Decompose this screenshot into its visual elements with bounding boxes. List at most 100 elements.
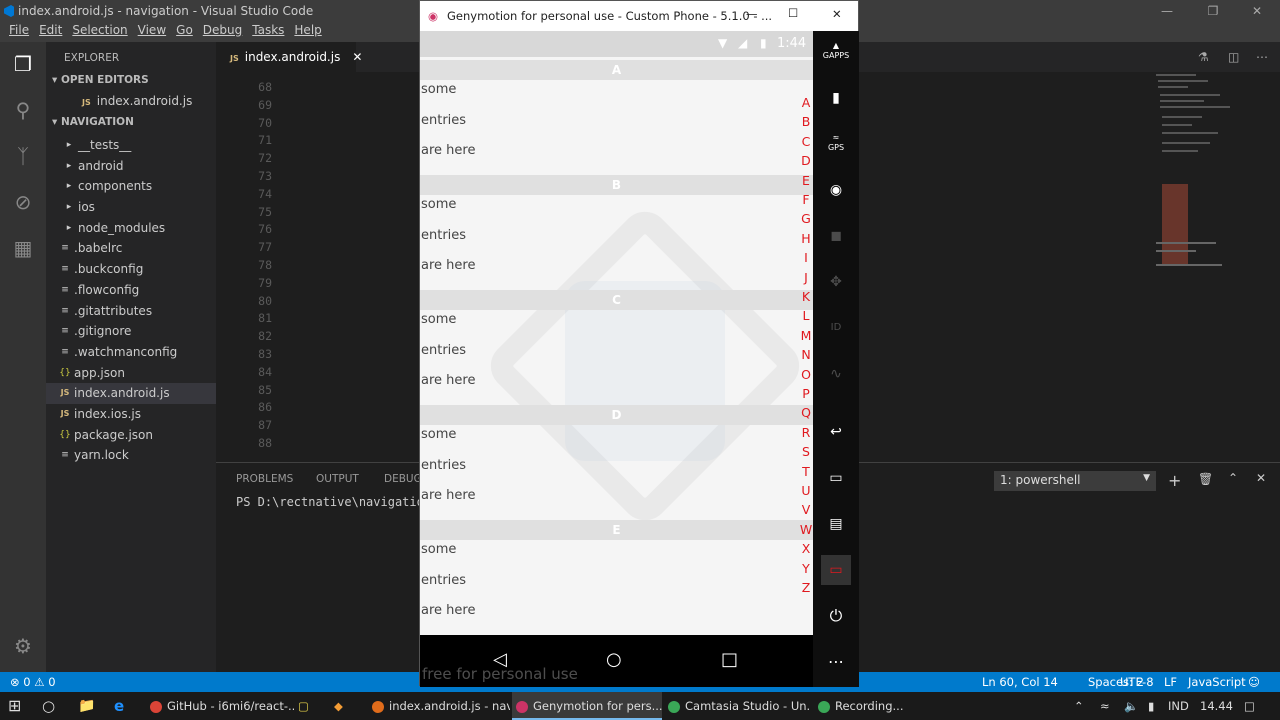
list-item[interactable]: are here [421, 488, 475, 503]
index-letter[interactable]: W [799, 522, 813, 537]
list-item[interactable]: some [421, 542, 456, 557]
index-letter[interactable]: U [799, 483, 813, 498]
geny-minimize-icon[interactable]: — [746, 7, 758, 21]
list-item[interactable]: some [421, 312, 456, 327]
tab-debug[interactable]: DEBUG [384, 473, 422, 485]
index-letter[interactable]: Y [799, 561, 813, 576]
open-changes-icon[interactable]: ⚗ [1198, 50, 1209, 64]
list-item[interactable]: some [421, 427, 456, 442]
list-item[interactable]: entries [421, 113, 466, 128]
eol[interactable]: LF [1164, 675, 1177, 689]
index-letter[interactable]: C [799, 134, 813, 149]
menu-item-view[interactable]: View [133, 22, 171, 42]
split-editor-icon[interactable]: ◫ [1228, 50, 1239, 64]
minimap[interactable] [1150, 72, 1270, 272]
search-icon[interactable]: ⚲ [10, 98, 36, 124]
encoding[interactable]: UTF-8 [1120, 675, 1154, 689]
id-button[interactable]: ID [821, 313, 851, 343]
list-item[interactable]: some [421, 197, 456, 212]
index-letter[interactable]: K [799, 289, 813, 304]
language-indicator[interactable]: IND [1168, 692, 1189, 720]
index-letter[interactable]: N [799, 347, 813, 362]
index-letter[interactable]: R [799, 425, 813, 440]
menu-item-help[interactable]: Help [289, 22, 326, 42]
tree-item[interactable]: ≡ .watchmanconfig [46, 342, 216, 363]
tree-item[interactable]: {} package.json [46, 425, 216, 446]
index-letter[interactable]: H [799, 231, 813, 246]
source-control-icon[interactable]: ᛉ [10, 144, 36, 170]
tree-item[interactable]: ≡ .gitignore [46, 321, 216, 342]
tree-item[interactable]: ▸ node_modules [46, 218, 216, 239]
new-terminal-icon[interactable]: + [1168, 471, 1181, 490]
tree-item[interactable]: JS index.android.js [46, 383, 216, 404]
index-letter[interactable]: E [799, 173, 813, 188]
tree-item[interactable]: {} app.json [46, 363, 216, 384]
tab-index-android[interactable]: JS index.android.js ✕ [216, 42, 362, 72]
tree-item[interactable]: ▸ __tests__ [46, 135, 216, 156]
index-letter[interactable]: D [799, 153, 813, 168]
feedback-icon[interactable]: ☺ [1248, 675, 1260, 689]
tab-problems[interactable]: PROBLEMS [236, 473, 293, 485]
errors-indicator[interactable]: ⊗ 0 ⚠ 0 [10, 675, 56, 689]
gapps-button[interactable]: ▲ GAPPS [821, 37, 851, 67]
sublime-icon[interactable]: ◆ [334, 692, 343, 720]
tree-item[interactable]: ≡ .flowconfig [46, 280, 216, 301]
more-actions-icon[interactable]: ⋯ [1256, 50, 1268, 64]
index-letter[interactable]: P [799, 386, 813, 401]
index-letter[interactable]: S [799, 444, 813, 459]
index-letter[interactable]: A [799, 95, 813, 110]
volume-icon[interactable]: 🔈 [1124, 692, 1138, 720]
tree-item[interactable]: ▸ android [46, 156, 216, 177]
menu-item-go[interactable]: Go [171, 22, 198, 42]
taskbar-app[interactable]: Recording... [814, 692, 914, 720]
list-item[interactable]: entries [421, 458, 466, 473]
index-letter[interactable]: T [799, 464, 813, 479]
menu-item-edit[interactable]: Edit [34, 22, 67, 42]
android-screen[interactable]: ▼ ◢ ▮ 1:44 Asome entries are here Bsome entr… [420, 31, 813, 635]
gps-button[interactable]: ≈ GPS [821, 129, 851, 159]
taskbar-app[interactable]: index.android.js - nav... [368, 692, 510, 720]
network-rss-icon[interactable]: ∿ [821, 359, 851, 389]
cursor-position[interactable]: Ln 60, Col 14 [982, 675, 1058, 689]
explorer-icon[interactable]: ❐ [10, 52, 36, 78]
index-letter[interactable]: V [799, 502, 813, 517]
webcam-icon[interactable]: ◉ [821, 175, 851, 205]
index-letter[interactable]: B [799, 114, 813, 129]
tree-item[interactable]: ≡ yarn.lock [46, 445, 216, 466]
list-item[interactable]: are here [421, 143, 475, 158]
tree-item[interactable]: ▸ components [46, 176, 216, 197]
menu-icon[interactable]: ▤ [821, 509, 851, 539]
wifi-icon[interactable]: ≈ [1100, 692, 1110, 720]
edge-icon[interactable]: e [114, 692, 124, 720]
back-button-icon[interactable]: ↩ [821, 417, 851, 447]
clock[interactable]: 14.44 [1200, 692, 1233, 720]
file-explorer-icon[interactable]: 📁 [78, 692, 95, 720]
geny-maximize-icon[interactable]: ☐ [788, 6, 798, 20]
tab-output[interactable]: OUTPUT [316, 473, 359, 485]
list-item[interactable]: are here [421, 373, 475, 388]
trash-icon[interactable]: 🗑 [1198, 472, 1213, 486]
index-letter[interactable]: X [799, 541, 813, 556]
close-panel-icon[interactable]: ✕ [1256, 471, 1266, 485]
debug-icon[interactable]: ⊘ [10, 190, 36, 216]
vscode-close-icon[interactable]: ✕ [1234, 0, 1280, 22]
tree-item[interactable]: JS index.ios.js [46, 404, 216, 425]
search-circle-icon[interactable]: ○ [42, 692, 55, 720]
home-icon[interactable]: ○ [606, 649, 622, 670]
list-item[interactable]: entries [421, 343, 466, 358]
recent-apps-icon[interactable]: ▭ [821, 463, 851, 493]
taskbar-app[interactable]: Camtasia Studio - Un... [664, 692, 810, 720]
tree-item[interactable]: ≡ .buckconfig [46, 259, 216, 280]
rotate-icon[interactable]: ▭ [821, 555, 851, 585]
index-letter[interactable]: M [799, 328, 813, 343]
list-item[interactable]: are here [421, 258, 475, 273]
geny-close-icon[interactable]: ✕ [832, 7, 842, 21]
open-editor-item[interactable]: JS index.android.js [46, 91, 216, 111]
terminal-select[interactable]: 1: powershell ▼ [994, 471, 1156, 491]
taskbar-app[interactable]: Genymotion for pers... [512, 692, 662, 720]
menu-item-tasks[interactable]: Tasks [247, 22, 289, 42]
menu-item-selection[interactable]: Selection [67, 22, 132, 42]
sticky-notes-icon[interactable]: ▢ [298, 692, 309, 720]
index-letter[interactable]: Q [799, 405, 813, 420]
terminal-prompt[interactable]: PS D:\rectnative\navigation> [236, 495, 438, 509]
